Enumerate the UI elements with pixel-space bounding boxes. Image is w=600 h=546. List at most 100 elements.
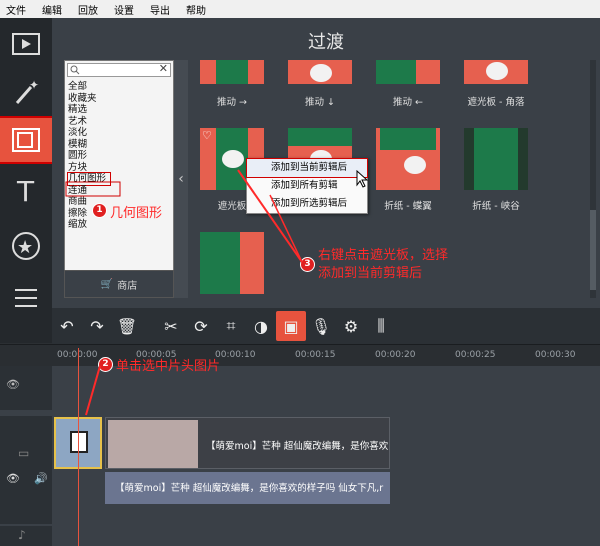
filters-tool[interactable]: ✦ bbox=[0, 70, 52, 114]
redo-icon: ↷ bbox=[90, 316, 104, 336]
scrollbar-thumb[interactable] bbox=[590, 210, 596, 290]
film-icon bbox=[12, 33, 40, 55]
panel-scrollbar[interactable] bbox=[590, 60, 596, 298]
eye-icon[interactable]: 👁 bbox=[6, 378, 20, 391]
svg-text:★: ★ bbox=[17, 237, 33, 258]
transition-thumb[interactable] bbox=[464, 60, 528, 84]
annotation-text-2: 单击选中片头图片 bbox=[116, 359, 221, 374]
video-clip[interactable]: 【萌爱moi】芒种 超仙魔改编舞，是你喜欢 bbox=[105, 417, 390, 469]
crop-icon: ⌗ bbox=[226, 316, 236, 335]
split-button[interactable]: ✂ bbox=[156, 311, 186, 341]
context-add-after-selected[interactable]: 添加到所选剪辑后 bbox=[247, 195, 367, 213]
redo-button[interactable]: ↷ bbox=[82, 311, 112, 341]
store-button[interactable]: 🛒 商店 bbox=[64, 270, 174, 298]
transition-thumb[interactable] bbox=[376, 128, 440, 190]
playhead[interactable] bbox=[78, 348, 79, 546]
equalizer-button[interactable]: ⫼ bbox=[366, 311, 396, 341]
transition-thumb[interactable] bbox=[288, 60, 352, 84]
annotation-text-3a: 右键点击遮光板，选择 bbox=[318, 248, 449, 263]
video-thumbnail bbox=[108, 420, 198, 468]
menu-export[interactable]: 导出 bbox=[150, 2, 170, 17]
context-add-after-current[interactable]: 添加到当前剪辑后 bbox=[246, 158, 368, 178]
contrast-icon: ◑ bbox=[254, 316, 268, 336]
record-audio-button[interactable]: 🎙 bbox=[306, 311, 336, 341]
transitions-icon bbox=[12, 128, 40, 152]
video-track-icon: ▭ bbox=[18, 446, 30, 460]
chevron-left-icon: ‹ bbox=[178, 171, 184, 187]
clip-properties-button[interactable]: ⚙ bbox=[336, 311, 366, 341]
category-item[interactable]: 圆形 bbox=[68, 150, 168, 162]
slideshow-button[interactable]: ▣ bbox=[276, 311, 306, 341]
qr-code-image bbox=[70, 431, 88, 453]
transition-thumb[interactable] bbox=[200, 60, 264, 84]
panel-title: 过渡 bbox=[308, 32, 344, 53]
category-item-selected[interactable]: 几何图形 bbox=[66, 172, 112, 186]
speaker-icon[interactable]: 🔊 bbox=[34, 472, 48, 485]
category-item[interactable]: 方块 bbox=[68, 162, 168, 174]
transition-thumb[interactable] bbox=[200, 232, 264, 294]
category-item[interactable]: 全部 bbox=[68, 81, 168, 93]
color-adjust-button[interactable]: ◑ bbox=[246, 311, 276, 341]
crop-button[interactable]: ⌗ bbox=[216, 311, 246, 341]
context-add-to-all[interactable]: 添加到所有剪辑 bbox=[247, 177, 367, 195]
menu-playback[interactable]: 回放 bbox=[78, 2, 98, 17]
eye-icon[interactable]: 👁 bbox=[6, 472, 20, 485]
audio-clip[interactable]: 【萌爱moi】芒种 超仙魔改编舞，是你喜欢的样子吗 仙女下凡,r bbox=[105, 472, 390, 504]
rotate-icon: ⟳ bbox=[194, 316, 208, 336]
image-icon: ▣ bbox=[283, 316, 299, 336]
star-icon: ★ bbox=[12, 232, 40, 260]
collapse-panel-button[interactable]: ‹ bbox=[174, 60, 188, 298]
text-icon: T bbox=[16, 175, 35, 205]
menu-settings[interactable]: 设置 bbox=[114, 2, 134, 17]
stickers-tool[interactable]: ★ bbox=[0, 224, 52, 268]
transition-label: 推动 → bbox=[217, 97, 247, 108]
transition-label: 折纸 - 峡谷 bbox=[472, 201, 520, 212]
menu-help[interactable]: 帮助 bbox=[186, 2, 206, 17]
menu-file[interactable]: 文件 bbox=[6, 2, 26, 17]
titles-tool[interactable]: T bbox=[0, 168, 52, 212]
store-label: 商店 bbox=[117, 280, 138, 292]
menu-edit[interactable]: 编辑 bbox=[42, 2, 62, 17]
ruler-tick: 00:00:20 bbox=[375, 350, 416, 360]
transition-label: 折纸 - 蝶翼 bbox=[384, 201, 432, 212]
trash-icon: 🗑 bbox=[116, 316, 138, 336]
transitions-tool[interactable] bbox=[0, 116, 54, 164]
category-item[interactable]: 艺术 bbox=[68, 116, 168, 128]
heart-icon[interactable]: ♡ bbox=[202, 129, 212, 142]
transition-thumb[interactable] bbox=[376, 60, 440, 84]
category-list: ✕ 全部 收藏夹 精选 艺术 淡化 模糊 圆形 方块 几何图形 连通 商曲 擦除… bbox=[64, 60, 174, 278]
category-item[interactable]: 精选 bbox=[68, 104, 168, 116]
equalizer-icon: ⫼ bbox=[377, 316, 385, 335]
left-toolbar: ✦ T ★ bbox=[0, 18, 54, 343]
transition-thumb[interactable] bbox=[464, 128, 528, 190]
video-clip-title: 【萌爱moi】芒种 超仙魔改编舞，是你喜欢 bbox=[206, 441, 389, 452]
delete-button[interactable]: 🗑 bbox=[112, 311, 142, 341]
annotation-text-3b: 添加到当前剪辑后 bbox=[318, 266, 423, 281]
more-tools[interactable] bbox=[0, 276, 52, 320]
undo-button[interactable]: ↶ bbox=[52, 311, 82, 341]
search-input[interactable]: ✕ bbox=[67, 62, 171, 77]
cart-icon: 🛒 bbox=[100, 278, 114, 290]
import-media-tool[interactable] bbox=[0, 22, 52, 66]
ruler-tick: 00:00:15 bbox=[295, 350, 336, 360]
title-track-controls: 👁 bbox=[0, 366, 52, 410]
rotate-button[interactable]: ⟳ bbox=[186, 311, 216, 341]
menu-bar: 文件 编辑 回放 设置 导出 帮助 bbox=[0, 0, 600, 18]
category-item[interactable]: 淡化 bbox=[68, 127, 168, 139]
category-item[interactable]: 收藏夹 bbox=[68, 93, 168, 105]
gear-icon: ⚙ bbox=[343, 316, 359, 336]
annotation-badge-1: 1 bbox=[92, 203, 107, 218]
svg-text:✦: ✦ bbox=[29, 78, 39, 92]
context-menu: 添加到当前剪辑后 添加到所有剪辑 添加到所选剪辑后 bbox=[246, 158, 368, 214]
category-item[interactable]: 模糊 bbox=[68, 139, 168, 151]
edit-toolbar: ↶ ↷ 🗑 ✂ ⟳ ⌗ ◑ ▣ 🎙 ⚙ ⫼ bbox=[52, 308, 600, 344]
audio-clip-title: 【萌爱moi】芒种 超仙魔改编舞，是你喜欢的样子吗 仙女下凡,r bbox=[115, 483, 384, 494]
clear-search-icon[interactable]: ✕ bbox=[159, 62, 168, 75]
ruler-tick: 00:00:25 bbox=[455, 350, 496, 360]
mouse-cursor-icon bbox=[356, 170, 368, 188]
magic-wand-icon: ✦ bbox=[15, 78, 39, 104]
timeline-ruler[interactable]: 00:00:00 00:00:05 00:00:10 00:00:15 00:0… bbox=[0, 344, 600, 366]
category-item[interactable]: 连通 bbox=[68, 185, 168, 197]
music-track-controls: ♪ bbox=[0, 526, 52, 546]
annotation-badge-2: 2 bbox=[98, 357, 113, 372]
